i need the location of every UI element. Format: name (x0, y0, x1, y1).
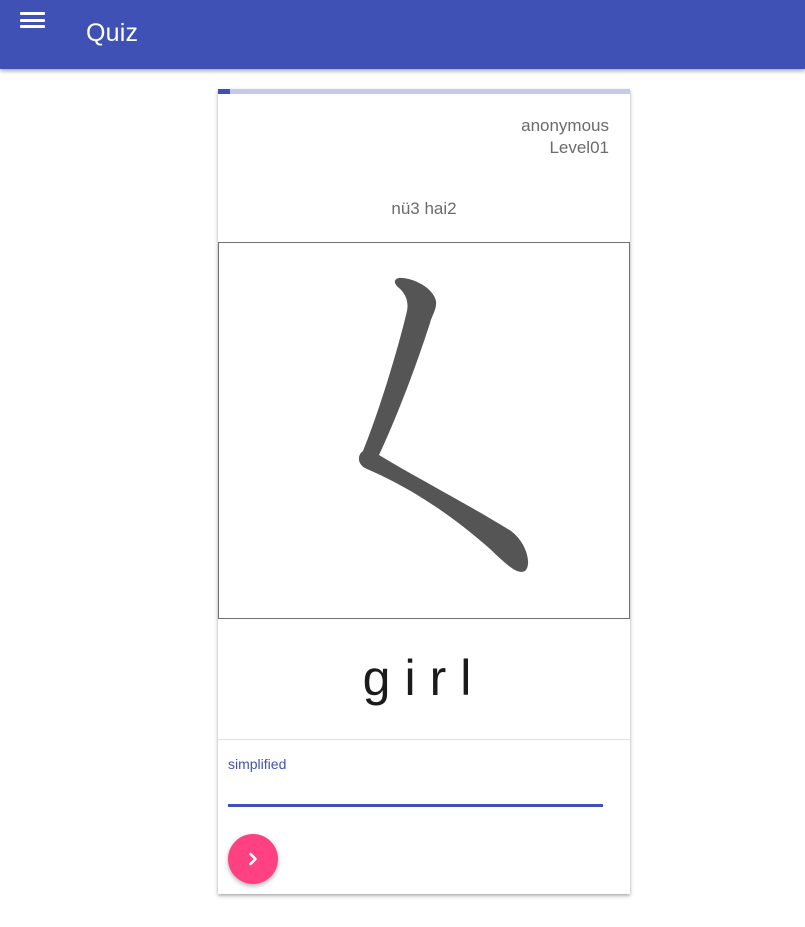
drawing-canvas[interactable] (218, 242, 630, 619)
simplified-input[interactable] (228, 777, 603, 807)
input-label: simplified (228, 756, 287, 772)
progress-bar (218, 89, 630, 94)
quiz-card: anonymous Level01 nü3 hai2 girl simplifi… (218, 89, 630, 894)
stroke-path (358, 277, 529, 572)
level: Level01 (549, 138, 609, 157)
divider (218, 739, 630, 740)
meaning-text: girl (362, 650, 486, 706)
pinyin-prompt: nü3 hai2 (391, 199, 457, 218)
menu-button[interactable] (12, 4, 52, 36)
progress-bar-fill (218, 89, 231, 94)
character-stroke (358, 277, 529, 572)
username: anonymous (521, 116, 609, 135)
app-title: Quiz (86, 19, 139, 47)
user-info: anonymous Level01 (521, 115, 609, 159)
hamburger-menu-icon (19, 12, 45, 28)
next-button[interactable] (228, 834, 278, 884)
chevron-right-icon (249, 852, 257, 866)
app-bar: Quiz (0, 0, 805, 69)
